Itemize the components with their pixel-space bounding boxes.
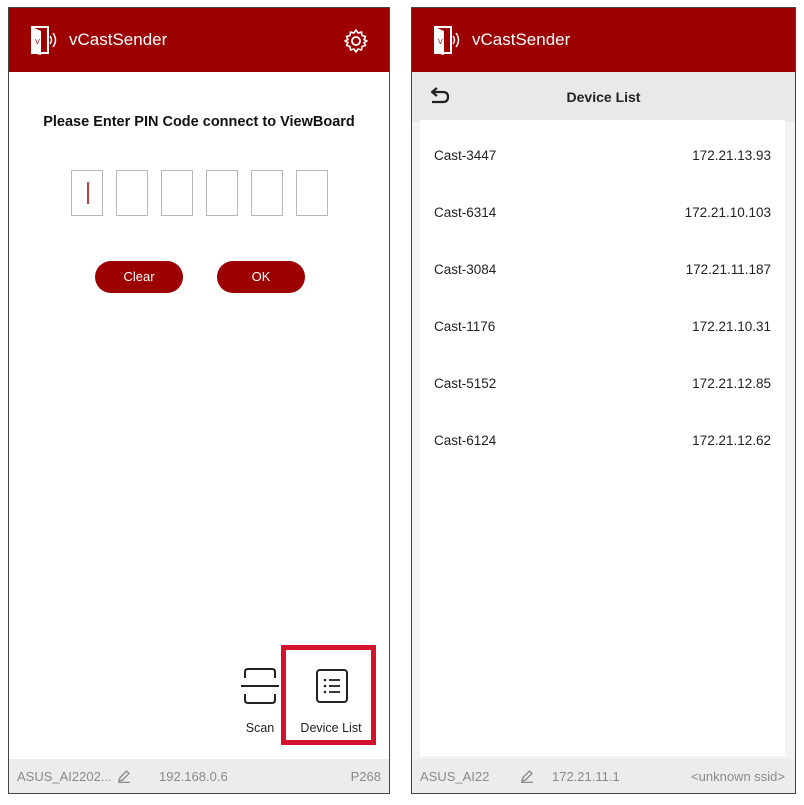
device-row[interactable]: Cast-1176 172.21.10.31 [420,299,785,339]
device-ip: 172.21.10.103 [684,205,771,220]
device-ip: 172.21.13.93 [692,148,771,163]
pin-digit-3[interactable] [161,170,193,216]
list-icon [316,669,348,703]
pin-prompt: Please Enter PIN Code connect to ViewBoa… [43,114,355,130]
pin-digit-2[interactable] [116,170,148,216]
app-bar: V vCastSender [9,8,389,72]
svg-text:V: V [35,38,40,46]
pin-entry-screen: V vCastSender Please Enter PIN Code conn… [8,7,390,794]
scan-label: Scan [245,721,275,735]
app-bar: V vCastSender [412,8,795,72]
status-bar: ASUS_AI22 172.21.11.1 <unknown ssid> [412,759,795,793]
device-row[interactable]: Cast-6124 172.21.12.62 [420,413,785,453]
ok-button[interactable]: OK [217,261,305,293]
vcast-logo-icon: V [31,26,57,55]
device-name: Cast-3084 [434,262,497,277]
device-row[interactable]: Cast-6314 172.21.10.103 [420,185,785,225]
vcast-logo-icon: V [434,26,460,55]
svg-text:V: V [438,38,443,46]
device-ip: 172.21.10.31 [692,319,771,334]
pin-digit-6[interactable] [296,170,328,216]
device-name: ASUS_AI2202... [17,769,112,784]
device-row[interactable]: Cast-5152 172.21.12.85 [420,356,785,396]
edit-pencil-icon[interactable] [520,769,534,783]
device-name: Cast-3447 [434,148,497,163]
ip-address: 192.168.0.6 [159,769,228,784]
device-name: Cast-1176 [434,319,496,334]
page-title: Device List [566,89,641,105]
text-cursor [87,182,89,204]
device-ip: 172.21.11.187 [685,262,771,277]
device-ip: 172.21.12.62 [692,433,771,448]
device-name: Cast-6314 [434,205,497,220]
app-title: vCastSender [69,30,168,49]
device-row[interactable]: Cast-3447 172.21.13.93 [420,128,785,168]
device-list-header: Device List [412,72,795,122]
edit-pencil-icon[interactable] [117,769,131,783]
app-title: vCastSender [472,30,571,49]
pin-digit-4[interactable] [206,170,238,216]
settings-gear-icon[interactable] [343,28,369,54]
device-list-screen: V vCastSender Device List Cast-3447 172.… [411,7,796,794]
scan-icon [241,668,279,704]
device-name: Cast-5152 [434,376,497,391]
device-list: Cast-3447 172.21.13.93 Cast-6314 172.21.… [420,120,785,756]
ip-address: 172.21.11.1 [552,769,620,784]
pin-digit-1[interactable] [71,170,103,216]
pin-digit-5[interactable] [251,170,283,216]
device-list-label: Device List [300,721,362,735]
device-row[interactable]: Cast-3084 172.21.11.187 [420,242,785,282]
status-tail: P268 [350,769,381,784]
ssid: <unknown ssid> [691,769,785,784]
status-bar: ASUS_AI2202... 192.168.0.6 P268 [9,759,389,793]
device-ip: 172.21.12.85 [692,376,771,391]
device-name: Cast-6124 [434,433,497,448]
device-name: ASUS_AI22 [420,769,490,784]
clear-button[interactable]: Clear [95,261,183,293]
